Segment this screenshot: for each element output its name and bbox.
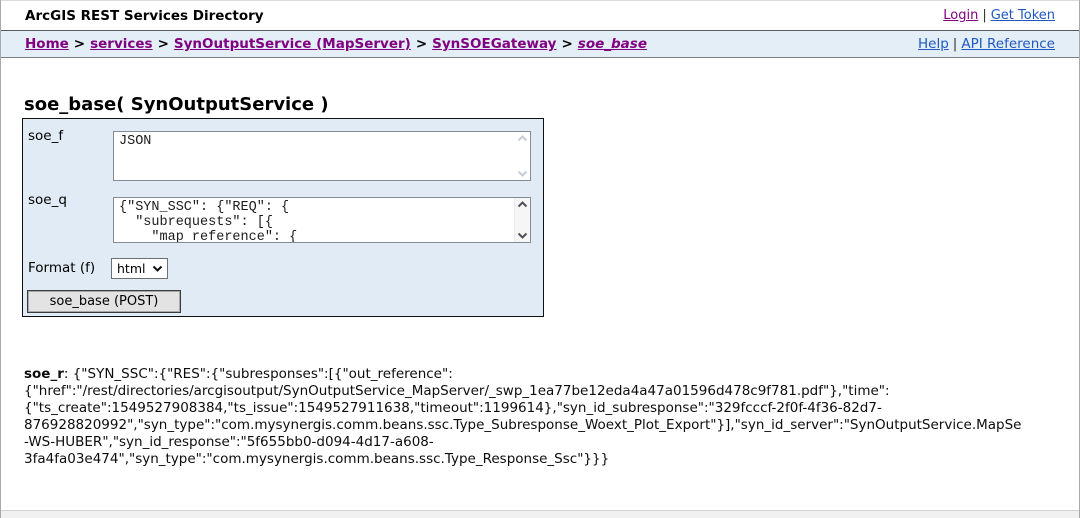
- format-select[interactable]: html: [111, 258, 169, 279]
- doc-links: Help | API Reference: [918, 36, 1055, 52]
- response-separator: :: [63, 366, 73, 382]
- get-token-link[interactable]: Get Token: [991, 8, 1055, 23]
- top-header-bar: ArcGIS REST Services Directory Login | Get…: [1, 1, 1079, 30]
- login-link[interactable]: Login: [943, 8, 978, 23]
- window-top-edge: [0, 0, 1080, 1]
- soe-f-input[interactable]: JSON: [114, 132, 513, 180]
- soe-q-label: soe_q: [28, 192, 67, 208]
- dropdown-arrow-icon: [153, 265, 163, 272]
- breadcrumb-separator: >: [415, 36, 428, 52]
- soe-f-scrollbar[interactable]: [514, 132, 530, 180]
- soe-base-form: soe_f JSON soe_q {"SYN_SSC": {"REQ": { "…: [22, 118, 544, 317]
- soe-q-field-wrap: {"SYN_SSC": {"REQ": { "subrequests": [{ …: [113, 197, 531, 243]
- scroll-down-icon[interactable]: [517, 170, 528, 177]
- response-text: {"SYN_SSC":{"RES":{"subresponses":[{"out…: [72, 366, 453, 382]
- scroll-up-icon[interactable]: [517, 201, 528, 208]
- response-line: 3fa4fa03e474","syn_type":"com.mysynergis…: [24, 451, 610, 467]
- response-param-name: soe_r: [24, 366, 64, 382]
- auth-links-separator: |: [982, 8, 987, 23]
- format-selected-value: html: [117, 261, 146, 276]
- breadcrumb-link-synoutputservice-mapserver[interactable]: SynOutputService (MapServer): [174, 36, 411, 52]
- doc-links-separator: |: [952, 36, 958, 52]
- soe-q-input[interactable]: {"SYN_SSC": {"REQ": { "subrequests": [{ …: [114, 198, 513, 242]
- soe-f-label: soe_f: [28, 128, 64, 144]
- scroll-down-icon[interactable]: [517, 232, 528, 239]
- app-title: ArcGIS REST Services Directory: [25, 7, 264, 24]
- response-line: {"ts_create":1549527908384,"ts_issue":15…: [24, 400, 882, 416]
- breadcrumb-separator: >: [561, 36, 573, 52]
- breadcrumb-separator: >: [73, 36, 86, 52]
- help-link[interactable]: Help: [918, 36, 949, 52]
- scroll-up-icon[interactable]: [517, 135, 528, 142]
- page-title: soe_base( SynOutputService ): [24, 94, 329, 116]
- breadcrumb-link-services[interactable]: services: [90, 36, 152, 52]
- format-label: Format (f): [28, 260, 96, 276]
- breadcrumb-current-soe-base[interactable]: soe_base: [578, 36, 647, 52]
- breadcrumb: Home > services > SynOutputService (MapServe…: [25, 36, 647, 52]
- window-bottom-bar: [1, 510, 1079, 518]
- breadcrumb-separator: >: [157, 36, 169, 52]
- window-left-edge: [0, 0, 1, 518]
- soe-base-post-button[interactable]: soe_base (POST): [27, 290, 181, 313]
- response-line: -WS-HUBER","syn_id_response":"5f655bb0-d…: [24, 434, 434, 450]
- response-output: soe_r: {"SYN_SSC":{"RES":{"subresponses"…: [24, 366, 1021, 468]
- breadcrumb-bar: Home > services > SynOutputService (MapServe…: [1, 30, 1079, 58]
- response-line: 876928820992","syn_type":"com.mysynergis…: [24, 417, 1022, 433]
- response-line: soe_r: {"SYN_SSC":{"RES":{"subresponses"…: [24, 366, 1021, 383]
- breadcrumb-link-home[interactable]: Home: [25, 36, 69, 52]
- response-line: {"href":"/rest/directories/arcgisoutput/…: [24, 383, 890, 399]
- api-reference-link[interactable]: API Reference: [961, 36, 1055, 52]
- soe-f-field-wrap: JSON: [113, 131, 531, 181]
- soe-q-scrollbar[interactable]: [514, 198, 530, 242]
- breadcrumb-link-synsoegateway[interactable]: SynSOEGateway: [432, 36, 556, 52]
- auth-links: Login | Get Token: [943, 8, 1055, 23]
